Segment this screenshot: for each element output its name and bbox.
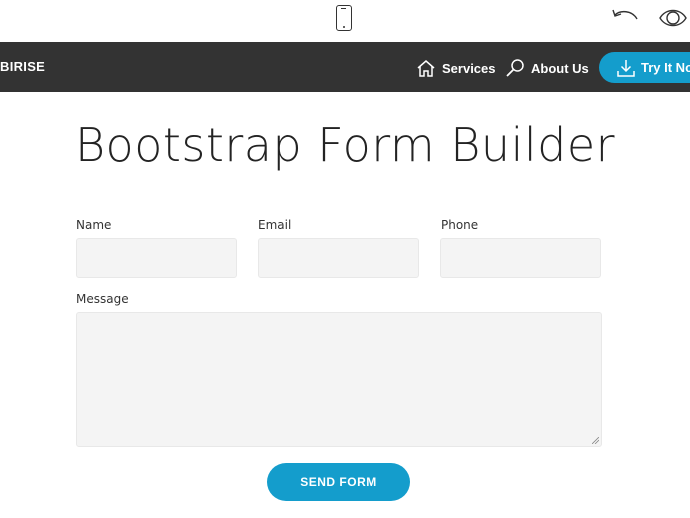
nav-item-about[interactable]: About Us [505, 57, 589, 79]
nav-label-services: Services [442, 60, 496, 76]
email-label: Email [258, 218, 292, 232]
message-textarea[interactable] [77, 313, 601, 446]
undo-icon[interactable] [610, 7, 640, 29]
name-label: Name [76, 218, 112, 232]
page-title: Bootstrap Form Builder [74, 118, 616, 172]
resize-grip-icon[interactable] [592, 437, 599, 444]
phone-label: Phone [441, 218, 479, 232]
nav-item-services[interactable]: Services [416, 57, 496, 79]
name-input[interactable] [77, 239, 236, 277]
preview-eye-icon[interactable] [658, 7, 688, 29]
search-icon [506, 59, 524, 77]
mobile-view-icon[interactable] [336, 5, 352, 31]
email-field-wrapper [258, 238, 419, 278]
try-it-now-label: Try It Now [641, 60, 690, 75]
site-navbar: BIRISE Services About Us Try It Now [0, 42, 690, 92]
download-icon [617, 59, 635, 77]
name-field-wrapper [76, 238, 237, 278]
send-form-button[interactable]: SEND FORM [267, 463, 410, 501]
phone-field-wrapper [440, 238, 601, 278]
phone-input[interactable] [441, 239, 600, 277]
brand-name[interactable]: BIRISE [0, 59, 45, 74]
email-input[interactable] [259, 239, 418, 277]
home-icon [417, 60, 435, 77]
message-field-wrapper [76, 312, 602, 447]
editor-toolbar [0, 0, 690, 42]
nav-label-about: About Us [531, 60, 589, 76]
try-it-now-button[interactable]: Try It Now [599, 52, 690, 83]
message-label: Message [76, 292, 129, 306]
